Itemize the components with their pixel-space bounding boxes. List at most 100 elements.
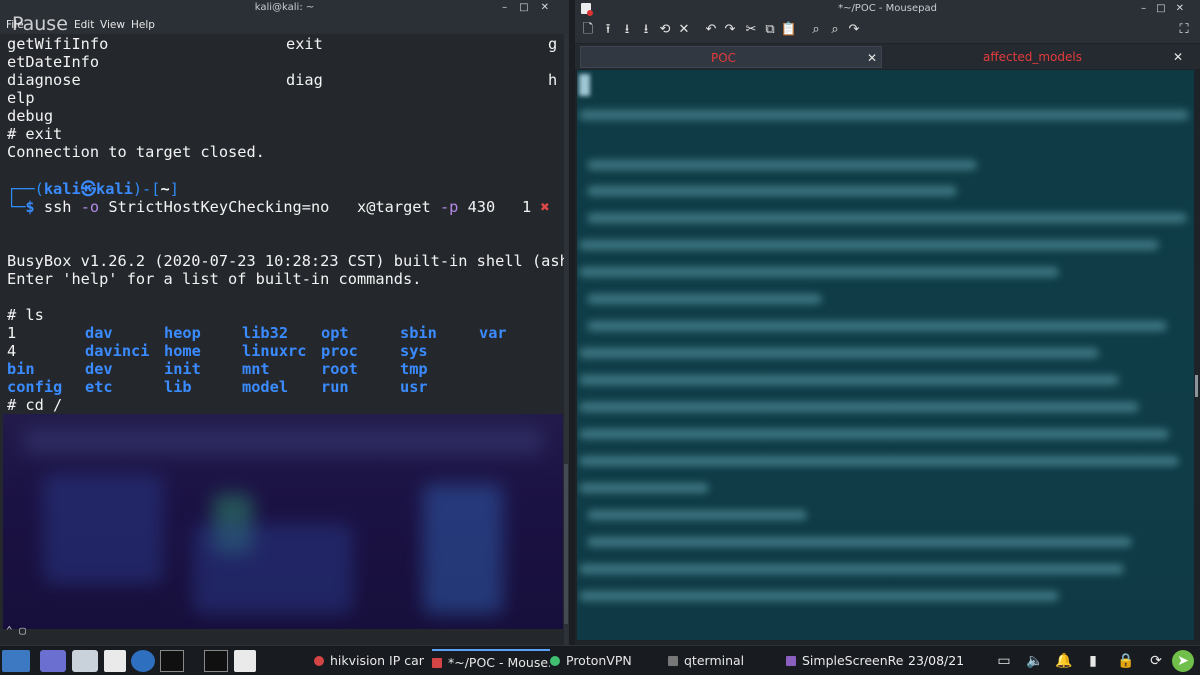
kali-menu-icon[interactable] [2,650,30,672]
ls-entry: var [479,324,507,342]
maximize-icon[interactable]: □ [1156,3,1175,14]
text-editor-area[interactable] [577,70,1194,640]
ls-entry: opt [321,324,349,342]
terminal-icon[interactable] [160,650,184,672]
task-qterminal[interactable]: qterminal [668,649,768,673]
scroll-thumb[interactable] [564,464,568,624]
mousepad-window[interactable]: *~/POC - Mousepad –□✕ 🗋 ⭱ ⭳ ⭳ ⟲ ✕ ↶ ↷ ✂ … [575,0,1200,645]
terminal-status-glyph: ⌃ ▢ [6,624,26,637]
prompt-at-icon: ㉿ [80,180,96,198]
ls-entry: init [164,360,201,378]
prompt-user: kali [43,180,81,198]
task-hikvision[interactable]: hikvision IP cam... [314,649,424,673]
lock-icon[interactable]: 🔒 [1115,650,1137,672]
ls-entry: lib32 [242,324,289,342]
terminal-launcher-icon[interactable] [204,650,228,672]
terminal-output[interactable]: getWifiInfo exit g etDateInfo diagnose d… [0,34,565,414]
reload-icon[interactable]: ⟲ [656,21,674,39]
tab-affected-models[interactable]: affected_models ✕ [885,46,1185,68]
cmd-target: x@target [357,198,431,216]
menu-view[interactable]: View [100,16,125,34]
term-text: diag [286,71,323,89]
new-document-icon[interactable]: 🗋 [579,21,597,39]
notifications-icon[interactable]: 🔔 [1053,650,1075,672]
minimize-icon[interactable]: – [502,2,519,13]
term-text: elp [7,89,35,107]
term-text: # ls [7,306,44,324]
tab-poc[interactable]: POC ✕ [580,46,882,68]
ls-entry: sbin [400,324,437,342]
text-editor-icon[interactable] [104,650,126,672]
task-simplescreenrecorder[interactable]: SimpleScreenRe... [786,649,904,673]
term-text: etDateInfo [7,53,100,71]
ls-entry: config [7,378,63,396]
paste-icon[interactable]: 📋 [780,21,798,39]
tab-label: affected_models [983,50,1082,64]
ls-entry: root [321,360,358,378]
workspace-icon[interactable] [40,650,66,672]
minimize-icon[interactable]: – [1141,3,1156,14]
file-manager-icon[interactable] [72,650,98,672]
maximize-icon[interactable]: □ [519,2,540,13]
term-text: Connection to target closed. [7,143,265,161]
firefox-icon [314,656,324,666]
close-icon[interactable]: ✕ [1176,3,1194,14]
scroll-thumb[interactable] [1195,375,1198,397]
find-replace-icon[interactable]: ⌕ [826,21,844,39]
battery-icon[interactable]: ▮ [1082,650,1104,672]
term-text: BusyBox v1.26.2 (2020-07-23 10:28:23 CST… [7,252,565,270]
display-icon[interactable]: ▭ [993,650,1015,672]
pause-overlay[interactable]: Pause [12,13,68,35]
send-icon[interactable]: ➤ [1172,650,1194,672]
ls-entry: lib [164,378,192,396]
window-controls[interactable]: –□✕ [502,0,561,16]
task-protonvpn[interactable]: ProtonVPN [550,649,650,673]
taskbar: hikvision IP cam... *~/POC - Mouse... Pr… [0,645,1200,675]
save-icon[interactable]: ⭳ [618,21,636,39]
logout-icon[interactable]: ⟳ [1145,650,1167,672]
ls-entry: 4 [7,342,17,360]
search-icon[interactable]: ⌕ [807,21,825,39]
cut-icon[interactable]: ✂ [742,21,760,39]
close-tab-icon[interactable]: ✕ [675,21,693,39]
open-file-icon[interactable]: ⭱ [599,21,617,39]
mousepad-toolbar: 🗋 ⭱ ⭳ ⭳ ⟲ ✕ ↶ ↷ ✂ ⧉ 📋 ⌕ ⌕ ↷ ⛶ [575,17,1200,43]
mousepad-tabbar: POC ✕ affected_models ✕ [575,44,1200,69]
tab-close-icon[interactable]: ✕ [1173,46,1183,68]
menu-edit[interactable]: Edit [74,16,94,34]
task-poc-mousepad[interactable]: *~/POC - Mouse... [432,649,550,673]
terminal-titlebar[interactable]: kali@kali: ~ –□✕ [0,0,569,16]
ls-entry: etc [85,378,113,396]
task-label: qterminal [684,653,745,668]
mousepad-launcher-icon[interactable] [234,650,256,672]
ls-entry: tmp [400,360,428,378]
cmd-ssh: ssh [43,198,72,216]
command-line: └─$ ssh -o StrictHostKeyChecking=no x@ta… [7,198,496,216]
exit-code: 1 [522,198,532,216]
tab-close-icon[interactable]: ✕ [867,47,877,69]
volume-icon[interactable]: 🔈 [1024,650,1046,672]
mousepad-app-icon [581,3,593,16]
undo-icon[interactable]: ↶ [702,21,720,39]
ls-entry: home [164,342,201,360]
ls-entry: mnt [242,360,270,378]
save-as-icon[interactable]: ⭳ [637,21,655,39]
fullscreen-icon[interactable]: ⛶ [1175,21,1193,39]
ls-entry: bin [7,360,35,378]
mousepad-titlebar[interactable]: *~/POC - Mousepad –□✕ [575,0,1200,17]
term-text: # exit [7,125,63,143]
ls-entry: dav [85,324,113,342]
editor-scrollbar[interactable] [1194,70,1200,640]
exit-status: 1 ✖ [522,198,550,216]
clock[interactable]: 23/08/21 [908,649,964,673]
redo-icon[interactable]: ↷ [721,21,739,39]
terminal-window[interactable]: kali@kali: ~ –□✕ File Edit View Help Pau… [0,0,569,645]
terminal-scrollbar[interactable] [564,34,569,645]
menu-help[interactable]: Help [131,16,155,34]
window-controls[interactable]: –□✕ [1141,0,1194,17]
goto-line-icon[interactable]: ↷ [845,21,863,39]
browser-icon[interactable] [131,650,155,672]
copy-icon[interactable]: ⧉ [761,21,779,39]
term-text: getWifiInfo [7,35,109,53]
close-icon[interactable]: ✕ [541,2,561,13]
